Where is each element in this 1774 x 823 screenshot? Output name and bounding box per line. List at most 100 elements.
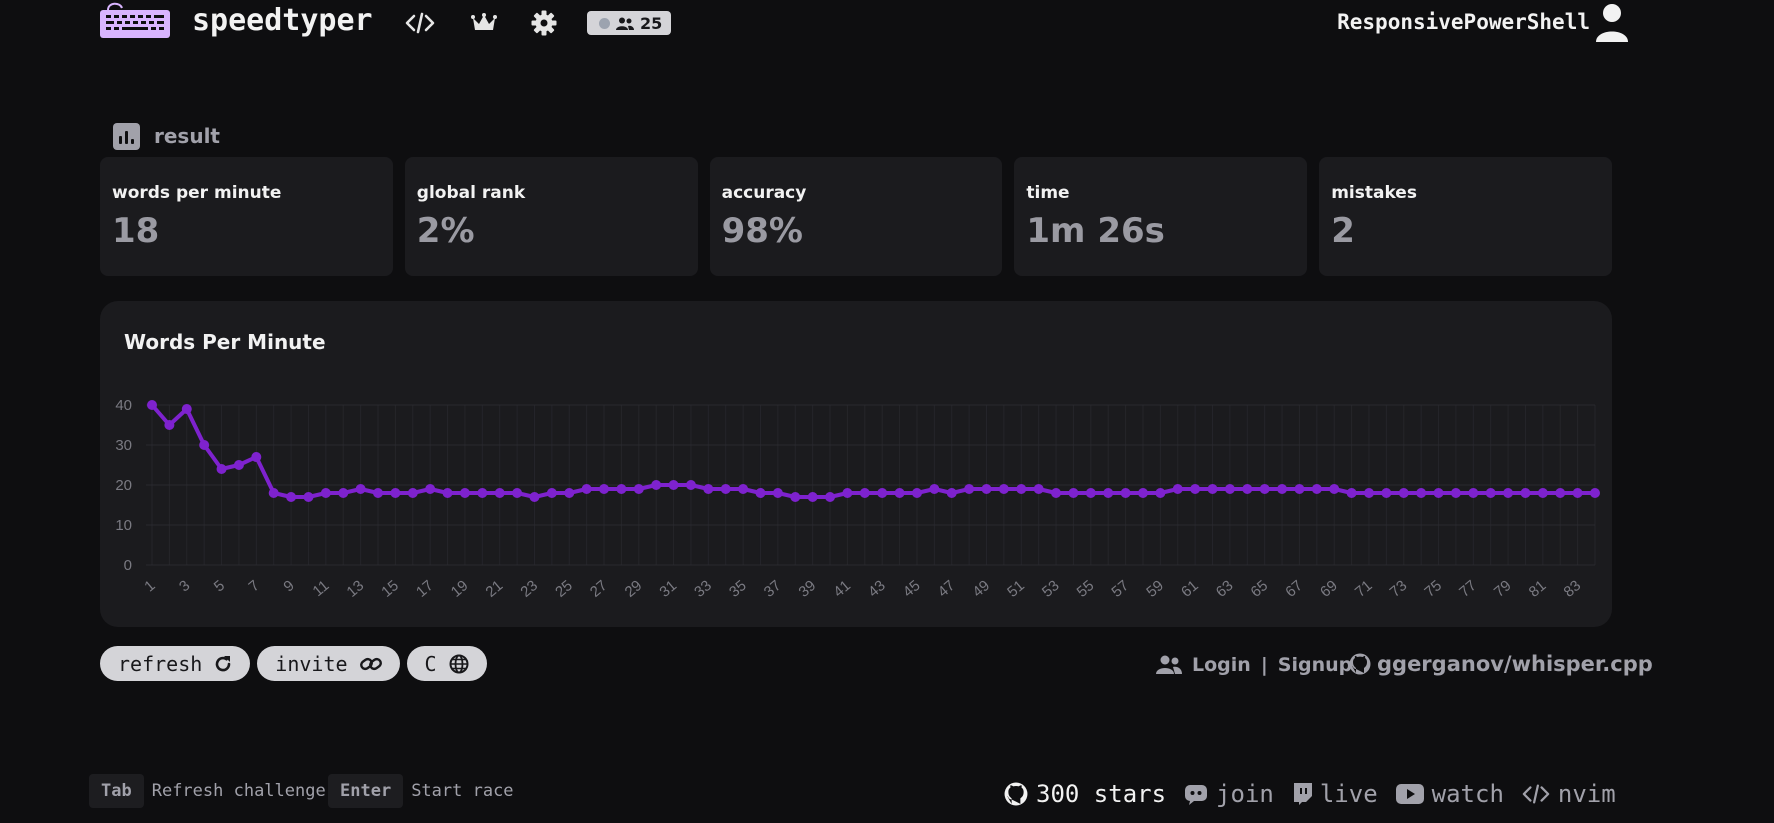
keyboard-logo-icon[interactable] (100, 2, 170, 38)
stat-label: mistakes (1331, 183, 1417, 203)
data-point (1433, 488, 1444, 498)
data-point (946, 488, 957, 498)
crown-icon[interactable] (468, 9, 500, 37)
y-tick-label: 0 (124, 557, 132, 574)
data-point (303, 492, 314, 502)
data-point (286, 492, 297, 502)
x-tick-label: 15 (378, 577, 402, 601)
data-point (877, 488, 888, 498)
data-point (1207, 484, 1218, 494)
data-point (425, 484, 436, 494)
github-stars-link[interactable]: 300 stars (1004, 780, 1166, 808)
data-point (1016, 484, 1027, 494)
data-point (1555, 488, 1566, 498)
x-tick-label: 83 (1560, 577, 1584, 601)
data-point (1155, 488, 1166, 498)
enter-key-desc: Start race (411, 781, 514, 801)
x-tick-label: 65 (1248, 577, 1272, 601)
data-point (581, 484, 592, 494)
live-label: live (1319, 780, 1378, 808)
x-tick-label: 75 (1421, 577, 1445, 601)
x-tick-label: 71 (1352, 577, 1376, 601)
x-tick-label: 49 (969, 577, 993, 601)
discord-join-link[interactable]: join (1184, 780, 1274, 808)
wpm-chart-card: 0 10 20 30 40 1 3 5 7 9 11 13 15 17 19 21 23 25 27 29 31 33 35… (100, 301, 1612, 627)
join-label: join (1216, 780, 1274, 808)
twitch-live-link[interactable]: live (1292, 780, 1378, 808)
code-icon (1522, 784, 1550, 804)
data-point (1416, 488, 1427, 498)
data-point (859, 488, 870, 498)
data-point (772, 488, 783, 498)
x-tick-label: 45 (900, 577, 924, 601)
x-tick-label: 13 (343, 577, 367, 601)
data-point (1468, 488, 1479, 498)
gear-icon[interactable] (528, 9, 560, 37)
x-tick-label: 55 (1074, 577, 1098, 601)
code-icon[interactable] (404, 9, 436, 37)
data-point (929, 484, 940, 494)
invite-button[interactable]: invite (257, 646, 400, 681)
username[interactable]: ResponsivePowerShell (1337, 10, 1590, 34)
stat-label: accuracy (721, 183, 807, 203)
stat-card-time: time 1m 26s (1014, 157, 1308, 276)
x-tick-label: 69 (1317, 577, 1341, 601)
nvim-link[interactable]: nvim (1522, 780, 1616, 808)
data-point (1259, 484, 1270, 494)
x-tick-label: 41 (830, 577, 854, 601)
shortcut-enter: Enter Start race (328, 774, 514, 808)
stat-label: time (1026, 183, 1070, 203)
youtube-watch-link[interactable]: watch (1395, 780, 1504, 808)
data-point (147, 400, 157, 410)
stat-label: words per minute (112, 183, 282, 203)
data-point (1033, 484, 1044, 494)
x-tick-label: 9 (280, 577, 297, 595)
x-tick-label: 77 (1456, 577, 1480, 601)
data-point (268, 488, 279, 498)
data-point (998, 484, 1009, 494)
x-tick-label: 23 (517, 577, 541, 601)
top-navbar: speedtyper 25 ResponsivePowerShell (100, 0, 1630, 46)
github-repo-link[interactable]: ggerganov/whisper.cpp (1349, 652, 1653, 676)
x-tick-label: 43 (865, 577, 889, 601)
x-tick-label: 25 (552, 577, 576, 601)
data-point (1311, 484, 1322, 494)
online-count: 25 (640, 13, 663, 33)
brand-name[interactable]: speedtyper (192, 3, 373, 38)
data-point (216, 464, 227, 474)
data-point (964, 484, 975, 494)
login-signup-link[interactable]: Login | Signup (1156, 654, 1352, 676)
data-point (338, 488, 349, 498)
data-point (1503, 488, 1514, 498)
y-tick-label: 10 (115, 517, 132, 534)
x-tick-label: 63 (1213, 577, 1237, 601)
language-button[interactable]: C (406, 646, 487, 681)
data-point (1120, 488, 1131, 498)
x-tick-label: 1 (141, 577, 158, 595)
data-point (1329, 484, 1340, 494)
x-tick-label: 33 (691, 577, 715, 601)
user-icon[interactable] (1594, 2, 1630, 42)
data-point (1363, 488, 1374, 498)
refresh-button-label: refresh (118, 651, 203, 676)
invite-button-label: invite (275, 651, 348, 676)
online-users-badge[interactable]: 25 (587, 11, 671, 35)
data-point (1103, 488, 1114, 498)
shortcut-tab: Tab Refresh challenge (89, 774, 326, 808)
x-tick-label: 3 (176, 577, 193, 595)
data-point (477, 488, 488, 498)
data-point (1537, 488, 1548, 498)
wpm-series-line (150, 403, 1595, 499)
x-tick-label: 17 (413, 577, 437, 601)
stat-value: 1m 26s (1026, 211, 1165, 251)
data-point (755, 488, 766, 498)
watch-label: watch (1431, 780, 1504, 808)
x-tick-label: 27 (587, 577, 611, 601)
data-point (233, 460, 244, 470)
refresh-button[interactable]: refresh (100, 646, 251, 681)
data-point (668, 480, 679, 490)
data-point (1590, 488, 1600, 498)
result-heading-label: result (154, 124, 220, 148)
link-icon (359, 657, 382, 670)
data-point (564, 488, 575, 498)
